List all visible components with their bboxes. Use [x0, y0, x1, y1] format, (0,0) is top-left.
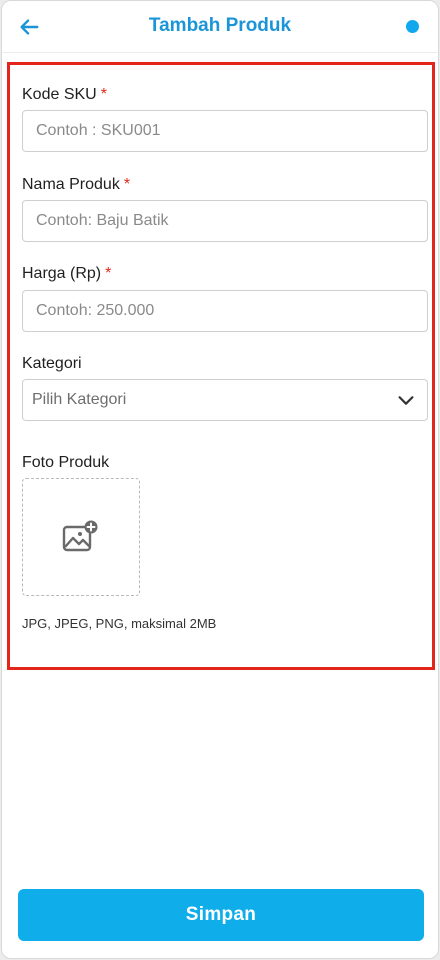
- required-mark: *: [100, 86, 107, 103]
- save-button[interactable]: Simpan: [18, 889, 424, 941]
- product-name-input[interactable]: [22, 200, 428, 242]
- required-mark: *: [105, 265, 112, 282]
- category-selected-value: Pilih Kategori: [32, 391, 127, 408]
- price-label-text: Harga (Rp): [22, 265, 102, 282]
- sku-label-text: Kode SKU: [22, 86, 97, 103]
- add-image-icon: [62, 520, 98, 552]
- category-field: Kategori Pilih Kategori: [22, 354, 428, 421]
- chevron-down-icon: [398, 396, 414, 405]
- name-field: Nama Produk *: [22, 175, 428, 242]
- photo-upload-box[interactable]: [22, 478, 140, 596]
- sku-label: Kode SKU *: [22, 85, 428, 105]
- photo-hint: JPG, JPEG, PNG, maksimal 2MB: [22, 616, 217, 631]
- photo-label: Foto Produk: [22, 454, 110, 471]
- status-dot: [406, 20, 419, 33]
- price-field: Harga (Rp) *: [22, 264, 428, 332]
- price-input[interactable]: [22, 290, 428, 332]
- sku-field: Kode SKU *: [22, 85, 428, 152]
- app-header: Tambah Produk: [2, 1, 438, 53]
- photo-field: Foto Produk JPG, JPEG, PNG, maksimal 2MB: [22, 453, 428, 631]
- app-screen: Tambah Produk Kode SKU* Nama Produk* Har…: [1, 0, 439, 959]
- form-highlight-frame: Kode SKU* Nama Produk* Harga (Rp)* Kateg…: [7, 62, 435, 670]
- name-label: Nama Produk *: [22, 175, 428, 195]
- name-label-text: Nama Produk: [22, 176, 120, 193]
- price-label: Harga (Rp) *: [22, 264, 428, 284]
- sku-input[interactable]: [22, 110, 428, 152]
- required-mark: *: [123, 176, 131, 193]
- page-title: Tambah Produk: [148, 15, 292, 36]
- category-label: Kategori: [22, 355, 82, 372]
- category-select[interactable]: Pilih Kategori: [22, 379, 428, 421]
